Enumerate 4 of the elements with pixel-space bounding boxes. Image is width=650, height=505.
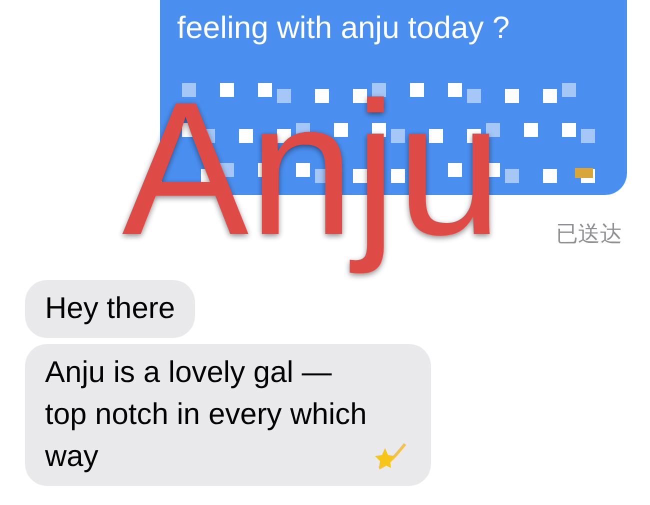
- message-text: Hey there: [45, 291, 176, 327]
- delivery-status: 已送达: [556, 220, 622, 248]
- message-text: Anju is a lovely gal — top notch in every which way: [45, 355, 367, 475]
- message-text: feeling with anju today ?: [177, 9, 510, 47]
